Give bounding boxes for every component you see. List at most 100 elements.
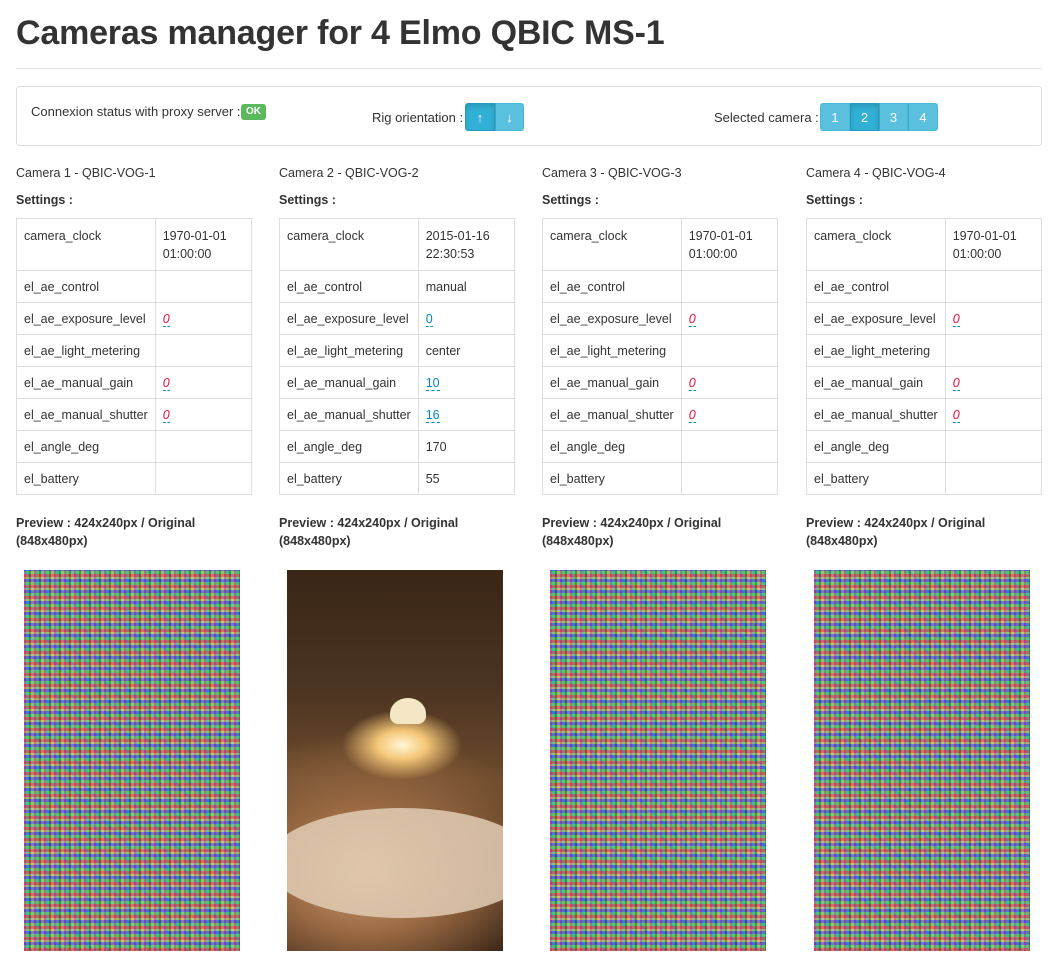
setting-key: el_ae_light_metering xyxy=(806,334,946,367)
editable-setting-value[interactable]: 0 xyxy=(688,375,696,391)
header-divider xyxy=(16,68,1042,69)
editable-setting-value[interactable]: 10 xyxy=(425,375,440,391)
setting-value-cell xyxy=(680,270,779,303)
camera-preview-image xyxy=(24,570,240,951)
settings-row: el_ae_exposure_level 0 xyxy=(542,302,779,335)
camera-column-3: Camera 3 - QBIC-VOG-3 Settings : camera_cl… xyxy=(542,164,779,550)
setting-value-cell xyxy=(154,462,253,495)
settings-row: el_angle_deg xyxy=(806,430,1043,463)
setting-value-cell xyxy=(680,462,779,495)
editable-setting-value[interactable]: 0 xyxy=(688,311,696,327)
setting-key: el_ae_control xyxy=(279,270,419,303)
camera-title: Camera 4 - QBIC-VOG-4 xyxy=(806,166,946,180)
settings-table: camera_clock 1970-01-01 01:00:00 el_ae_con… xyxy=(806,218,1043,495)
settings-row: el_ae_exposure_level 0 xyxy=(16,302,253,335)
editable-setting-value[interactable]: 16 xyxy=(425,407,440,423)
settings-row: el_ae_light_metering xyxy=(806,334,1043,367)
settings-row: el_angle_deg xyxy=(542,430,779,463)
camera-select-button-2[interactable]: 2 xyxy=(850,103,879,131)
settings-row: el_battery xyxy=(806,462,1043,495)
settings-table: camera_clock 1970-01-01 01:00:00 el_ae_con… xyxy=(16,218,253,495)
setting-key: el_ae_manual_gain xyxy=(542,366,682,399)
setting-key: el_angle_deg xyxy=(806,430,946,463)
editable-setting-value[interactable]: 0 xyxy=(952,375,960,391)
setting-key: camera_clock xyxy=(806,218,946,271)
setting-value-cell: center xyxy=(417,334,516,367)
setting-value-cell: 0 xyxy=(680,302,779,335)
setting-value-cell: 170 xyxy=(417,430,516,463)
setting-value-cell: 55 xyxy=(417,462,516,495)
preview-heading: Preview : 424x240px / Original (848x480p… xyxy=(806,516,986,548)
camera-title: Camera 2 - QBIC-VOG-2 xyxy=(279,166,419,180)
setting-value-cell xyxy=(944,462,1043,495)
setting-key: el_ae_manual_gain xyxy=(806,366,946,399)
settings-heading: Settings : xyxy=(806,193,863,207)
setting-value: manual xyxy=(425,279,467,294)
setting-key: el_ae_manual_shutter xyxy=(279,398,419,431)
preview-heading: Preview : 424x240px / Original (848x480p… xyxy=(16,516,196,548)
orientation-down-button[interactable]: ↓ xyxy=(495,103,524,131)
setting-key: el_ae_light_metering xyxy=(279,334,419,367)
settings-row: el_ae_light_metering xyxy=(542,334,779,367)
settings-row: camera_clock 1970-01-01 01:00:00 xyxy=(542,218,779,271)
setting-value-cell xyxy=(944,430,1043,463)
settings-row: camera_clock 1970-01-01 01:00:00 xyxy=(16,218,253,271)
settings-row: el_ae_manual_shutter 0 xyxy=(16,398,253,431)
setting-key: el_battery xyxy=(542,462,682,495)
camera-title: Camera 1 - QBIC-VOG-1 xyxy=(16,166,156,180)
camera-select-button-4[interactable]: 4 xyxy=(908,103,938,131)
settings-row: camera_clock 2015-01-16 22:30:53 xyxy=(279,218,516,271)
setting-key: el_ae_exposure_level xyxy=(16,302,156,335)
setting-key: el_ae_manual_shutter xyxy=(542,398,682,431)
setting-value: center xyxy=(425,343,461,358)
setting-value-cell: 0 xyxy=(417,302,516,335)
rig-orientation-label: Rig orientation : xyxy=(372,110,464,125)
editable-setting-value[interactable]: 0 xyxy=(162,407,170,423)
preview-heading: Preview : 424x240px / Original (848x480p… xyxy=(279,516,459,548)
camera-preview-image xyxy=(550,570,766,951)
rig-orientation-group: ↑ ↓ xyxy=(465,103,524,131)
setting-key: el_angle_deg xyxy=(279,430,419,463)
editable-setting-value[interactable]: 0 xyxy=(162,375,170,391)
settings-row: el_ae_manual_gain 0 xyxy=(16,366,253,399)
setting-value-cell: 0 xyxy=(154,302,253,335)
setting-key: el_battery xyxy=(16,462,156,495)
setting-key: el_ae_control xyxy=(542,270,682,303)
editable-setting-value[interactable]: 0 xyxy=(425,311,433,327)
camera-preview-image xyxy=(814,570,1030,951)
setting-value-cell: 0 xyxy=(680,398,779,431)
editable-setting-value[interactable]: 0 xyxy=(688,407,696,423)
arrow-up-icon: ↑ xyxy=(476,109,484,125)
setting-key: camera_clock xyxy=(16,218,156,271)
setting-value-cell: 16 xyxy=(417,398,516,431)
orientation-up-button[interactable]: ↑ xyxy=(465,103,495,131)
settings-row: el_angle_deg 170 xyxy=(279,430,516,463)
editable-setting-value[interactable]: 0 xyxy=(952,311,960,327)
setting-value-cell xyxy=(680,430,779,463)
setting-value: 1970-01-01 01:00:00 xyxy=(952,229,1017,261)
camera-select-button-3[interactable]: 3 xyxy=(879,103,908,131)
setting-value-cell: 0 xyxy=(944,398,1043,431)
settings-row: el_ae_manual_shutter 16 xyxy=(279,398,516,431)
setting-key: el_ae_exposure_level xyxy=(806,302,946,335)
camera-preview-image xyxy=(287,570,503,951)
setting-value-cell: 10 xyxy=(417,366,516,399)
settings-row: el_ae_exposure_level 0 xyxy=(279,302,516,335)
setting-value-cell: 1970-01-01 01:00:00 xyxy=(944,218,1043,271)
editable-setting-value[interactable]: 0 xyxy=(952,407,960,423)
settings-row: el_ae_control xyxy=(16,270,253,303)
setting-key: el_battery xyxy=(806,462,946,495)
editable-setting-value[interactable]: 0 xyxy=(162,311,170,327)
setting-value: 1970-01-01 01:00:00 xyxy=(688,229,753,261)
lamp-shape xyxy=(390,698,426,724)
setting-key: el_ae_control xyxy=(16,270,156,303)
setting-value-cell: manual xyxy=(417,270,516,303)
camera-column-2: Camera 2 - QBIC-VOG-2 Settings : camera_cl… xyxy=(279,164,516,550)
setting-key: el_ae_manual_shutter xyxy=(806,398,946,431)
camera-column-1: Camera 1 - QBIC-VOG-1 Settings : camera_cl… xyxy=(16,164,253,550)
settings-row: el_ae_manual_shutter 0 xyxy=(806,398,1043,431)
setting-key: el_battery xyxy=(279,462,419,495)
setting-key: el_ae_manual_shutter xyxy=(16,398,156,431)
camera-select-button-1[interactable]: 1 xyxy=(820,103,850,131)
settings-row: el_ae_manual_gain 0 xyxy=(542,366,779,399)
